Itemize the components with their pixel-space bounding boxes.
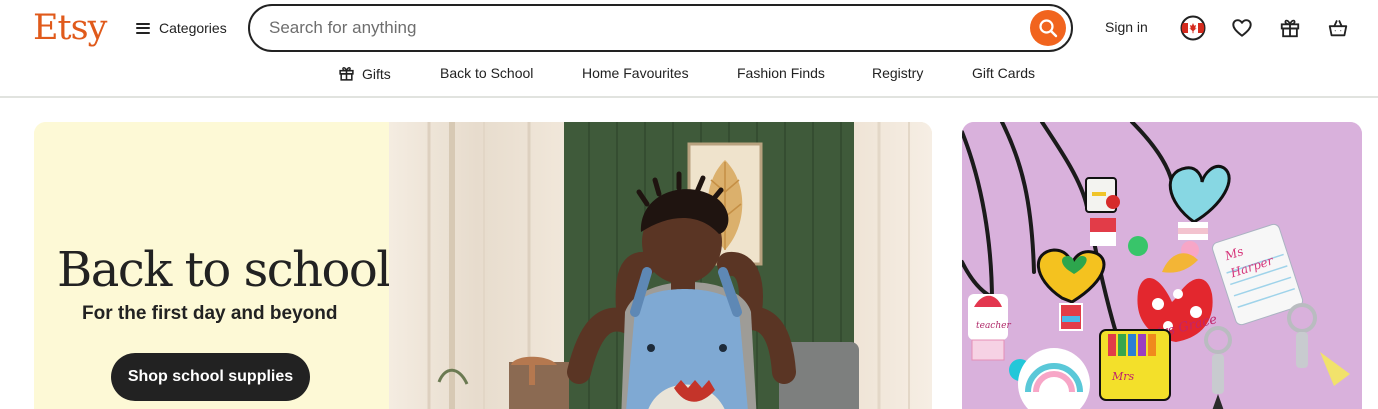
categories-label: Categories (159, 20, 227, 36)
search-bar (248, 4, 1073, 52)
basket-icon (1328, 20, 1348, 37)
hero-title: Back to school (57, 242, 392, 298)
gift-icon (1280, 19, 1300, 38)
categories-button[interactable]: Categories (136, 16, 227, 40)
shop-school-supplies-button[interactable]: Shop school supplies (111, 353, 310, 401)
canada-flag-icon (1180, 15, 1206, 41)
heart-icon (1232, 19, 1252, 37)
nav-item-label: Gifts (362, 65, 391, 82)
etsy-logo[interactable]: Etsy (33, 6, 107, 50)
favorites-button[interactable] (1229, 15, 1255, 41)
sign-in-link[interactable]: Sign in (1105, 19, 1148, 35)
category-nav: Gifts Back to School Home Favourites Fas… (0, 56, 1378, 96)
hero-text-panel: Back to school For the first day and bey… (34, 122, 392, 409)
gift-icon (339, 67, 354, 81)
cart-button[interactable] (1325, 15, 1351, 41)
gift-mode-button[interactable] (1277, 15, 1303, 41)
svg-text:Mrs: Mrs (1111, 370, 1135, 383)
search-input[interactable] (269, 18, 1009, 38)
lanyards-promo-card[interactable]: teacher Mrs Grace Ms Harper Mrs (962, 122, 1362, 409)
nav-item-back-to-school[interactable]: Back to School (440, 65, 533, 81)
header-divider (0, 96, 1378, 98)
hero-subtitle: For the first day and beyond (82, 303, 338, 324)
hamburger-icon (136, 22, 150, 34)
nav-item-gifts[interactable]: Gifts (338, 65, 391, 82)
nav-item-gift-cards[interactable]: Gift Cards (972, 65, 1035, 81)
hero-banner[interactable]: Back to school For the first day and bey… (34, 122, 932, 409)
nav-item-home-favourites[interactable]: Home Favourites (582, 65, 689, 81)
site-header: Etsy Categories Sign in (0, 0, 1378, 56)
search-icon (1039, 19, 1058, 38)
search-button[interactable] (1030, 10, 1066, 46)
nav-item-registry[interactable]: Registry (872, 65, 923, 81)
hero-image (389, 122, 932, 409)
lanyards-image: teacher Mrs Grace Ms Harper Mrs (962, 122, 1362, 409)
currency-region-button[interactable] (1180, 15, 1206, 41)
svg-text:teacher: teacher (976, 321, 1011, 331)
nav-item-fashion-finds[interactable]: Fashion Finds (737, 65, 825, 81)
